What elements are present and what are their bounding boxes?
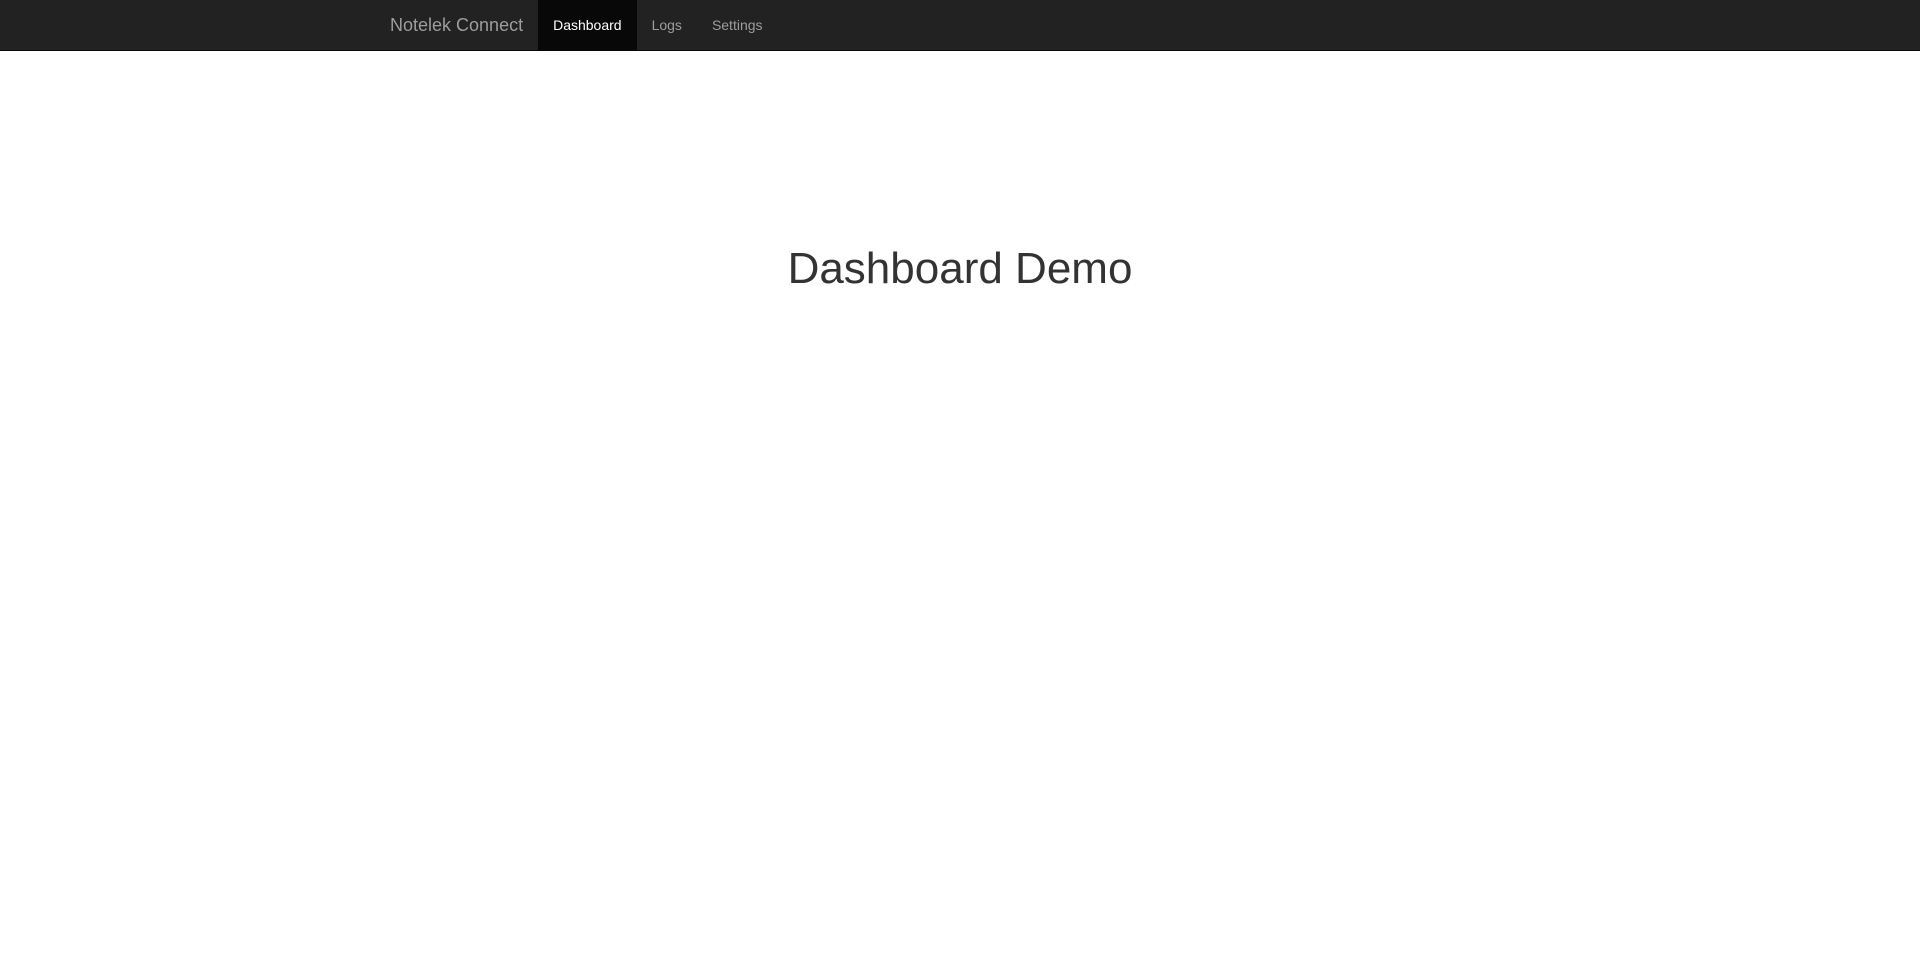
main-content: Dashboard Demo <box>0 0 1920 979</box>
page-title: Dashboard Demo <box>787 244 1133 293</box>
